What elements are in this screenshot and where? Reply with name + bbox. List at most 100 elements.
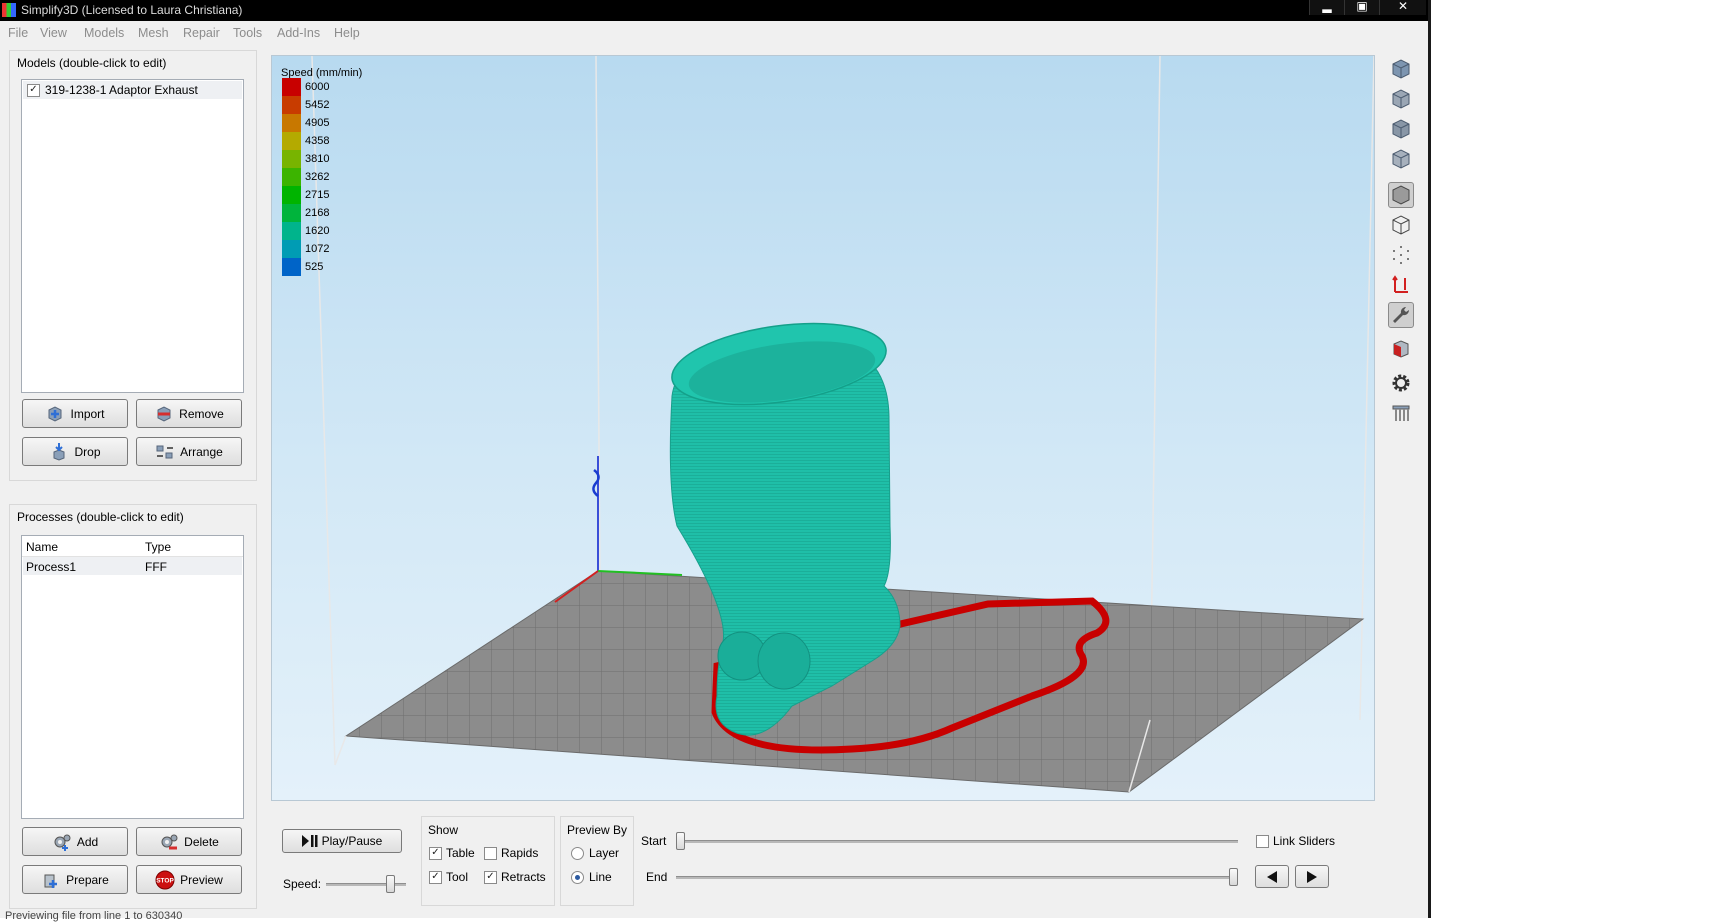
menu-file[interactable]: File	[8, 26, 28, 40]
prepare-icon	[41, 871, 61, 889]
legend-value: 4358	[305, 135, 330, 147]
app-window: Simplify3D (Licensed to Laura Christiana…	[0, 0, 1431, 922]
show-group: Show ✓ Table Rapids ✓ Tool ✓ Retracts	[421, 816, 555, 906]
view-front-icon[interactable]	[1388, 86, 1414, 112]
table-header: Name Type	[22, 536, 243, 557]
arrow-left-icon	[1267, 870, 1277, 883]
legend-value: 1072	[305, 243, 330, 255]
legend-item: 4905	[282, 114, 362, 132]
remove-icon	[154, 405, 174, 423]
status-bar: Previewing file from line 1 to 630340	[5, 910, 183, 922]
arrange-label: Arrange	[180, 444, 223, 459]
drop-button[interactable]: Drop	[22, 437, 128, 466]
menu-add-ins[interactable]: Add-Ins	[277, 26, 320, 40]
legend-value: 1620	[305, 225, 330, 237]
play-pause-button[interactable]: Play/Pause	[282, 829, 402, 853]
table-checkbox[interactable]: ✓	[429, 847, 442, 860]
view-top-icon[interactable]	[1388, 146, 1414, 172]
legend-value: 2168	[305, 207, 330, 219]
column-header-type[interactable]: Type	[145, 540, 171, 554]
remove-button[interactable]: Remove	[136, 399, 242, 428]
menu-tools[interactable]: Tools	[233, 26, 262, 40]
start-label: Start	[641, 834, 667, 848]
view-toolbar	[1385, 52, 1417, 432]
model-name: 319-1238-1 Adaptor Exhaust	[45, 83, 198, 97]
rapids-checkbox[interactable]	[484, 847, 497, 860]
retracts-label: Retracts	[501, 870, 546, 884]
prepare-label: Prepare	[66, 872, 109, 887]
minimize-button[interactable]: ▂	[1309, 0, 1344, 15]
preview-button[interactable]: STOP Preview	[136, 865, 242, 894]
solid-view-icon[interactable]	[1388, 182, 1414, 208]
tool-label: Tool	[446, 870, 469, 884]
point-cloud-icon[interactable]	[1388, 242, 1414, 268]
legend-swatch	[282, 186, 301, 204]
speed-slider-thumb[interactable]	[386, 875, 396, 893]
window-controls: ▂ ▣ ✕	[1309, 0, 1426, 15]
arrange-icon	[155, 443, 175, 461]
menu-models[interactable]: Models	[84, 26, 124, 40]
line-radio[interactable]	[571, 871, 584, 884]
list-item[interactable]: ✓ 319-1238-1 Adaptor Exhaust	[23, 81, 242, 99]
model-visibility-checkbox[interactable]: ✓	[27, 84, 40, 97]
view-iso-icon[interactable]	[1388, 56, 1414, 82]
link-sliders-checkbox[interactable]	[1256, 835, 1269, 848]
processes-table[interactable]: Name Type Process1 FFF	[21, 535, 244, 819]
legend-value: 3810	[305, 153, 330, 165]
legend-swatch	[282, 150, 301, 168]
legend-value: 5452	[305, 99, 330, 111]
settings-gear-icon[interactable]	[1388, 370, 1414, 396]
models-panel: Models (double-click to edit) ✓ 319-1238…	[9, 50, 257, 481]
title-bar: Simplify3D (Licensed to Laura Christiana…	[0, 0, 1428, 21]
legend-swatch	[282, 96, 301, 114]
view-side-icon[interactable]	[1388, 116, 1414, 142]
menu-help[interactable]: Help	[334, 26, 360, 40]
end-slider-track[interactable]	[676, 876, 1238, 879]
legend-item: 1620	[282, 222, 362, 240]
add-process-button[interactable]: Add	[22, 827, 128, 856]
legend-swatch	[282, 132, 301, 150]
cross-section-icon[interactable]	[1388, 336, 1414, 362]
start-slider-track[interactable]	[676, 840, 1238, 843]
retracts-checkbox[interactable]: ✓	[484, 871, 497, 884]
menu-view[interactable]: View	[40, 26, 67, 40]
maximize-button[interactable]: ▣	[1344, 0, 1379, 15]
support-icon[interactable]	[1388, 400, 1414, 426]
tool-checkbox[interactable]: ✓	[429, 871, 442, 884]
axis-arrows-icon[interactable]	[1388, 272, 1414, 298]
end-slider-thumb[interactable]	[1229, 868, 1238, 886]
stop-sign-icon: STOP	[155, 870, 175, 889]
legend-item: 6000	[282, 78, 362, 96]
preview-by-label: Preview By	[567, 823, 628, 837]
rapids-label: Rapids	[501, 846, 539, 860]
arrange-button[interactable]: Arrange	[136, 437, 242, 466]
process-name: Process1	[26, 560, 77, 574]
line-label: Line	[589, 870, 612, 884]
legend-item: 2168	[282, 204, 362, 222]
import-button[interactable]: Import	[22, 399, 128, 428]
legend-swatch	[282, 78, 301, 96]
column-header-name[interactable]: Name	[26, 540, 58, 554]
table-row[interactable]: Process1 FFF	[23, 557, 242, 575]
start-slider-thumb[interactable]	[676, 832, 685, 850]
prepare-button[interactable]: Prepare	[22, 865, 128, 894]
step-forward-button[interactable]	[1295, 865, 1329, 888]
close-button[interactable]: ✕	[1379, 0, 1426, 15]
menu-mesh[interactable]: Mesh	[138, 26, 169, 40]
legend-swatch	[282, 168, 301, 186]
menu-repair[interactable]: Repair	[183, 26, 220, 40]
layer-radio[interactable]	[571, 847, 584, 860]
delete-process-button[interactable]: Delete	[136, 827, 242, 856]
show-label: Show	[428, 823, 459, 837]
step-back-button[interactable]	[1255, 865, 1289, 888]
wireframe-view-icon[interactable]	[1388, 212, 1414, 238]
legend-value: 2715	[305, 189, 330, 201]
stop-badge-text: STOP	[156, 877, 174, 884]
3d-viewport[interactable]: Speed (mm/min) 6000 5452 4905 4358 3810 …	[271, 55, 1375, 801]
legend-value: 4905	[305, 117, 330, 129]
wrench-icon[interactable]	[1388, 302, 1414, 328]
models-list[interactable]: ✓ 319-1238-1 Adaptor Exhaust	[21, 79, 244, 393]
legend-value: 3262	[305, 171, 330, 183]
preview-controls: Play/Pause Speed: Show ✓ Table Rapids ✓ …	[271, 808, 1375, 908]
delete-label: Delete	[184, 834, 219, 849]
